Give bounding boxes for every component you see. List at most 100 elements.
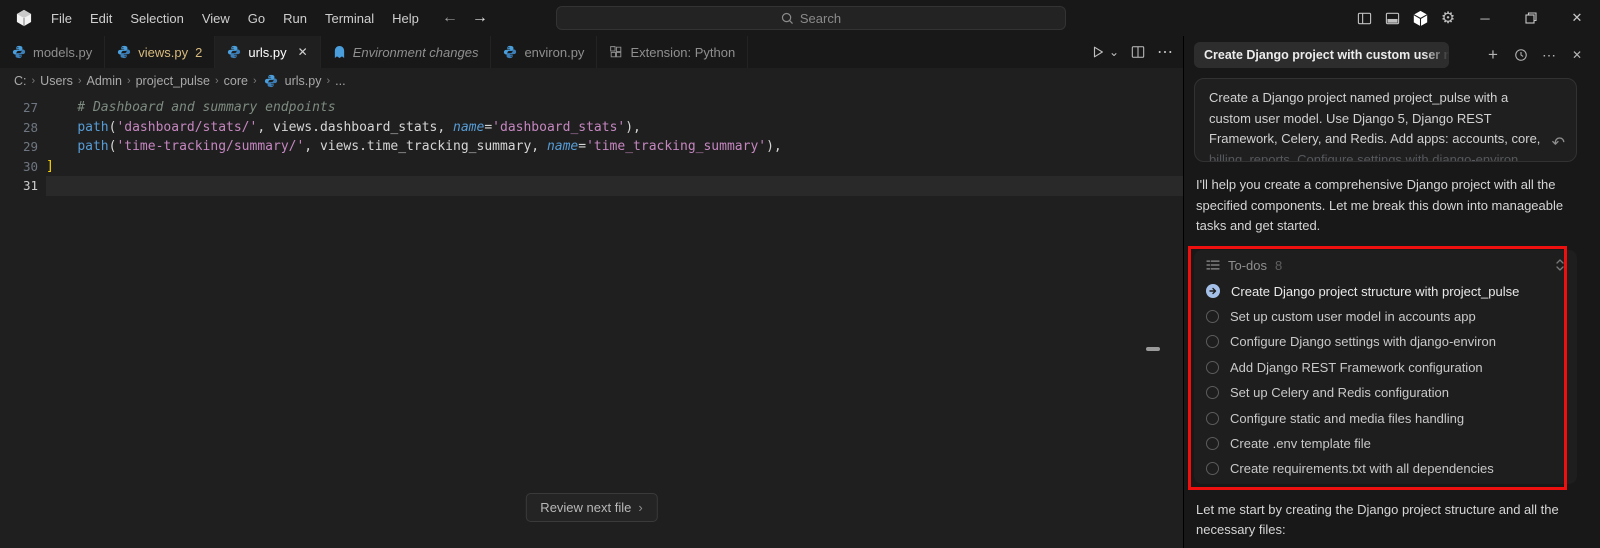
breadcrumb-separator: › (77, 75, 82, 87)
breadcrumb-item[interactable]: urls.py (285, 74, 322, 88)
search-input[interactable]: Search (556, 6, 1066, 30)
todo-header[interactable]: To-dos 8 (1194, 256, 1577, 279)
todo-section: To-dos 8 Create Django project structure… (1188, 245, 1577, 490)
chat-more-icon[interactable]: ⋯ (1537, 43, 1561, 67)
resize-handle[interactable] (1146, 347, 1160, 351)
line-number: 29 (22, 139, 38, 154)
user-message-text: Create a Django project named project_pu… (1209, 88, 1542, 162)
chat-body: Create a Django project named project_pu… (1184, 74, 1599, 548)
more-actions-icon[interactable]: ⋯ (1157, 42, 1173, 62)
new-chat-button[interactable]: + (1481, 43, 1505, 67)
todo-pending-icon (1206, 310, 1219, 324)
todo-item-label: Set up Celery and Redis configuration (1230, 385, 1449, 401)
code-editor[interactable]: 27 # Dashboard and summary endpoints 28 p… (0, 94, 1183, 548)
extension-icon (609, 45, 623, 59)
code-line-27[interactable]: 27 # Dashboard and summary endpoints (0, 98, 1183, 118)
toggle-sidebar-icon[interactable] (1350, 4, 1378, 32)
menu-run[interactable]: Run (274, 8, 316, 29)
menu-file[interactable]: File (42, 8, 81, 29)
code-text: path('dashboard/stats/', views.dashboard… (77, 119, 641, 135)
tab-bar: models.py views.py 2 urls.py ✕ Environme… (0, 36, 1183, 68)
breadcrumb-item[interactable]: C: (14, 74, 27, 88)
menu-bar: File Edit Selection View Go Run Terminal Help (42, 8, 428, 29)
line-number: 31 (22, 178, 38, 193)
tab-urls-py[interactable]: urls.py ✕ (215, 36, 321, 68)
close-window-button[interactable]: ✕ (1554, 0, 1600, 36)
toggle-panel-icon[interactable] (1378, 4, 1406, 32)
todo-item[interactable]: Configure Django settings with django-en… (1194, 329, 1577, 354)
tab-views-py[interactable]: views.py 2 (105, 36, 216, 68)
editor-group: models.py views.py 2 urls.py ✕ Environme… (0, 36, 1184, 548)
run-dropdown-icon[interactable]: ⌄ (1109, 45, 1119, 59)
code-lines: 27 # Dashboard and summary endpoints 28 p… (0, 98, 1183, 196)
breadcrumb-item[interactable]: ... (335, 74, 345, 88)
code-text: path('time-tracking/summary/', views.tim… (77, 139, 782, 154)
kiro-ghost-icon (333, 45, 346, 59)
todo-pending-icon (1206, 437, 1219, 451)
python-file-icon (264, 74, 278, 88)
kiro-assistant-icon[interactable] (1406, 4, 1434, 32)
todo-pending-icon (1206, 386, 1219, 400)
kiro-ide-window: File Edit Selection View Go Run Terminal Help ←… (0, 0, 1600, 548)
breadcrumb-item[interactable]: core (224, 74, 248, 88)
breadcrumb-separator: › (214, 75, 219, 87)
minimize-button[interactable]: ─ (1462, 0, 1508, 36)
nav-back-icon[interactable]: ← (442, 9, 458, 27)
todo-item[interactable]: Create .env template file (1194, 431, 1577, 456)
chat-close-icon[interactable]: ✕ (1565, 43, 1589, 67)
menu-go[interactable]: Go (239, 8, 274, 29)
todo-item[interactable]: Configure static and media files handlin… (1194, 405, 1577, 430)
breadcrumb[interactable]: C: › Users › Admin › project_pulse › core › urls.p… (0, 68, 1183, 94)
todo-item[interactable]: Set up custom user model in accounts app (1194, 304, 1577, 329)
menu-view[interactable]: View (193, 8, 239, 29)
settings-gear-icon[interactable]: ⚙ (1434, 4, 1462, 32)
title-fade (1423, 42, 1449, 68)
todo-pending-icon (1206, 335, 1219, 349)
menu-selection[interactable]: Selection (121, 8, 192, 29)
breadcrumb-item[interactable]: Admin (87, 74, 122, 88)
todo-item[interactable]: Set up Celery and Redis configuration (1194, 380, 1577, 405)
tab-models-py[interactable]: models.py (0, 36, 106, 68)
todo-item-label: Add Django REST Framework configuration (1230, 359, 1483, 375)
breadcrumb-item[interactable]: project_pulse (136, 74, 210, 88)
menu-help[interactable]: Help (383, 8, 428, 29)
todo-item-label: Create Django project structure with pro… (1231, 283, 1520, 299)
code-line-31[interactable]: 31 (0, 176, 1183, 196)
code-line-28[interactable]: 28 path('dashboard/stats/', views.dashbo… (0, 118, 1183, 138)
assistant-footer-text: Let me start by creating the Django proj… (1196, 501, 1559, 538)
nav-forward-icon[interactable]: → (472, 9, 488, 27)
menu-terminal[interactable]: Terminal (316, 8, 383, 29)
todo-count: 8 (1275, 257, 1283, 273)
user-message-line: billing, reports. Configure settings wit… (1209, 151, 1519, 162)
todo-pending-icon (1206, 360, 1219, 374)
line-number: 30 (22, 158, 38, 174)
tab-modified-badge: 2 (195, 44, 203, 60)
todo-item-label: Set up custom user model in accounts app (1230, 309, 1476, 325)
review-next-file-button[interactable]: Review next file › (525, 493, 658, 522)
run-python-file-button[interactable] (1091, 45, 1105, 59)
todo-item[interactable]: Add Django REST Framework configuration (1194, 355, 1577, 380)
chat-session-tab[interactable]: Create Django project with custom user m… (1194, 42, 1449, 68)
todo-item[interactable]: Create Django project structure with pro… (1194, 279, 1577, 304)
split-editor-icon[interactable] (1131, 45, 1145, 59)
todo-list: Create Django project structure with pro… (1194, 279, 1577, 482)
expand-collapse-icon[interactable] (1555, 258, 1565, 272)
code-line-30[interactable]: 30] (0, 157, 1183, 177)
tab-environment-changes[interactable]: Environment changes (321, 36, 492, 68)
user-message-bubble[interactable]: Create a Django project named project_pu… (1194, 78, 1577, 162)
tab-close-icon[interactable]: ✕ (298, 45, 308, 59)
tab-extension-python[interactable]: Extension: Python (597, 36, 749, 68)
breadcrumb-separator: › (252, 75, 257, 87)
revert-message-icon[interactable]: ↶ (1552, 133, 1565, 153)
todo-list-icon (1206, 259, 1220, 271)
todo-item[interactable]: Create requirements.txt with all depende… (1194, 456, 1577, 481)
todo-item-label: Configure static and media files handlin… (1230, 410, 1465, 426)
restore-button[interactable] (1508, 0, 1554, 36)
chat-history-icon[interactable] (1509, 43, 1533, 67)
code-line-29[interactable]: 29 path('time-tracking/summary/', views.… (0, 137, 1183, 157)
line-number: 28 (22, 119, 38, 135)
menu-edit[interactable]: Edit (81, 8, 121, 29)
tab-environ-py[interactable]: environ.py (491, 36, 598, 68)
breadcrumb-item[interactable]: Users (40, 74, 73, 88)
code-text: ] (46, 158, 54, 174)
